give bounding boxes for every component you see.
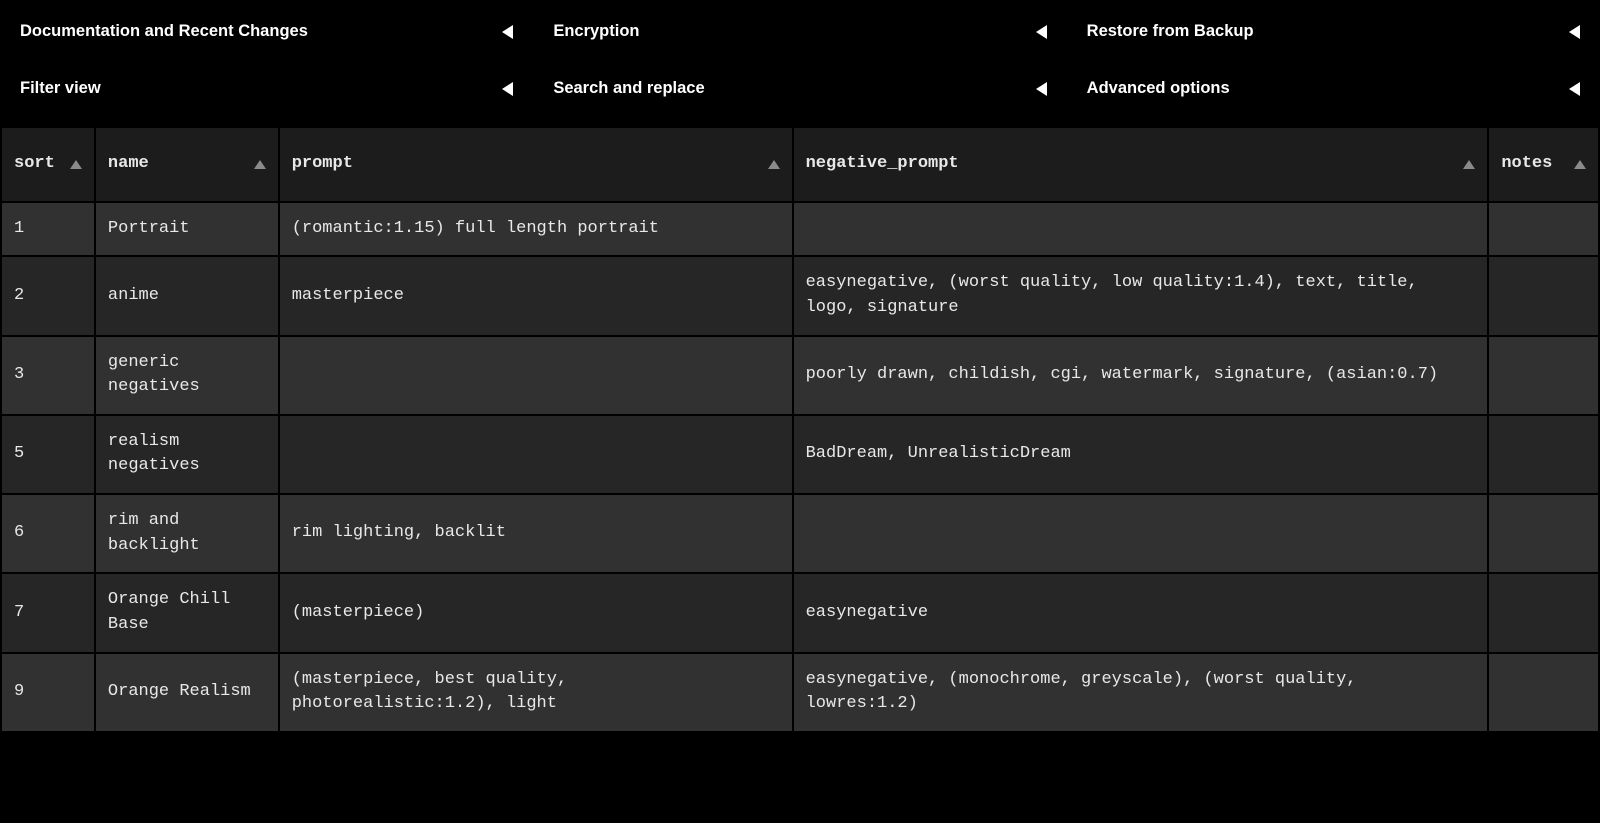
sort-asc-icon (1463, 160, 1475, 169)
cell-notes[interactable] (1489, 203, 1598, 256)
col-header-sort[interactable]: sort (2, 128, 94, 201)
table-row[interactable]: 6rim and backlightrim lighting, backlit (2, 495, 1598, 572)
col-header-notes[interactable]: notes (1489, 128, 1598, 201)
toolbar-restore-backup[interactable]: Restore from Backup (1087, 22, 1580, 41)
cell-notes[interactable] (1489, 337, 1598, 414)
cell-prompt[interactable]: masterpiece (280, 257, 792, 334)
cell-name[interactable]: Orange Realism (96, 654, 278, 731)
cell-sort[interactable]: 6 (2, 495, 94, 572)
toolbar-docs-changes[interactable]: Documentation and Recent Changes (20, 22, 553, 41)
col-header-label: negative_prompt (806, 152, 959, 177)
cell-notes[interactable] (1489, 574, 1598, 651)
col-header-label: sort (14, 152, 55, 177)
cell-negative_prompt[interactable]: easynegative, (monochrome, greyscale), (… (794, 654, 1488, 731)
toolbar-advanced-options[interactable]: Advanced options (1087, 79, 1580, 98)
toolbar-row-1: Documentation and Recent Changes Encrypt… (0, 0, 1600, 63)
cell-negative_prompt[interactable]: easynegative (794, 574, 1488, 651)
cell-sort[interactable]: 2 (2, 257, 94, 334)
toolbar-search-replace[interactable]: Search and replace (553, 79, 1086, 98)
cell-negative_prompt[interactable] (794, 203, 1488, 256)
toolbar-label: Advanced options (1087, 79, 1230, 98)
sort-asc-icon (254, 160, 266, 169)
toolbar-label: Encryption (553, 22, 639, 41)
toolbar-label: Restore from Backup (1087, 22, 1254, 41)
cell-name[interactable]: generic negatives (96, 337, 278, 414)
col-header-label: name (108, 152, 149, 177)
cell-prompt[interactable] (280, 416, 792, 493)
cell-notes[interactable] (1489, 416, 1598, 493)
toolbar-label: Search and replace (553, 79, 704, 98)
cell-sort[interactable]: 5 (2, 416, 94, 493)
cell-sort[interactable]: 9 (2, 654, 94, 731)
cell-notes[interactable] (1489, 654, 1598, 731)
chevron-left-icon (1569, 25, 1580, 39)
cell-sort[interactable]: 7 (2, 574, 94, 651)
cell-sort[interactable]: 3 (2, 337, 94, 414)
cell-prompt[interactable]: (masterpiece) (280, 574, 792, 651)
toolbar-label: Filter view (20, 79, 101, 98)
chevron-left-icon (502, 25, 513, 39)
col-header-negative-prompt[interactable]: negative_prompt (794, 128, 1488, 201)
chevron-left-icon (1569, 82, 1580, 96)
col-header-prompt[interactable]: prompt (280, 128, 792, 201)
toolbar-filter-view[interactable]: Filter view (20, 79, 553, 98)
cell-prompt[interactable]: (romantic:1.15) full length portrait (280, 203, 792, 256)
table-row[interactable]: 9Orange Realism(masterpiece, best qualit… (2, 654, 1598, 731)
data-table: sort name prompt (0, 126, 1600, 733)
cell-name[interactable]: Orange Chill Base (96, 574, 278, 651)
table-row[interactable]: 2animemasterpieceeasynegative, (worst qu… (2, 257, 1598, 334)
cell-name[interactable]: Portrait (96, 203, 278, 256)
table-row[interactable]: 5realism negatives BadDream, UnrealisticD… (2, 416, 1598, 493)
chevron-left-icon (1036, 82, 1047, 96)
sort-asc-icon (70, 160, 82, 169)
cell-prompt[interactable] (280, 337, 792, 414)
sort-asc-icon (1574, 160, 1586, 169)
col-header-name[interactable]: name (96, 128, 278, 201)
sort-asc-icon (768, 160, 780, 169)
table-header-row: sort name prompt (2, 128, 1598, 201)
cell-negative_prompt[interactable]: poorly drawn, childish, cgi, watermark, … (794, 337, 1488, 414)
toolbar-label: Documentation and Recent Changes (20, 22, 308, 41)
cell-negative_prompt[interactable]: BadDream, UnrealisticDream (794, 416, 1488, 493)
data-table-wrap: sort name prompt (0, 120, 1600, 733)
cell-notes[interactable] (1489, 257, 1598, 334)
cell-notes[interactable] (1489, 495, 1598, 572)
table-row[interactable]: 7Orange Chill Base(masterpiece)easynegat… (2, 574, 1598, 651)
toolbar-row-2: Filter view Search and replace Advanced … (0, 63, 1600, 120)
col-header-label: prompt (292, 152, 353, 177)
cell-sort[interactable]: 1 (2, 203, 94, 256)
cell-name[interactable]: anime (96, 257, 278, 334)
table-row[interactable]: 3generic negatives poorly drawn, childish… (2, 337, 1598, 414)
cell-name[interactable]: rim and backlight (96, 495, 278, 572)
cell-prompt[interactable]: rim lighting, backlit (280, 495, 792, 572)
table-row[interactable]: 1Portrait(romantic:1.15) full length por… (2, 203, 1598, 256)
table-body: 1Portrait(romantic:1.15) full length por… (2, 203, 1598, 731)
toolbar-encryption[interactable]: Encryption (553, 22, 1086, 41)
col-header-label: notes (1501, 152, 1552, 177)
cell-prompt[interactable]: (masterpiece, best quality, photorealist… (280, 654, 792, 731)
cell-negative_prompt[interactable] (794, 495, 1488, 572)
chevron-left-icon (1036, 25, 1047, 39)
cell-name[interactable]: realism negatives (96, 416, 278, 493)
chevron-left-icon (502, 82, 513, 96)
cell-negative_prompt[interactable]: easynegative, (worst quality, low qualit… (794, 257, 1488, 334)
